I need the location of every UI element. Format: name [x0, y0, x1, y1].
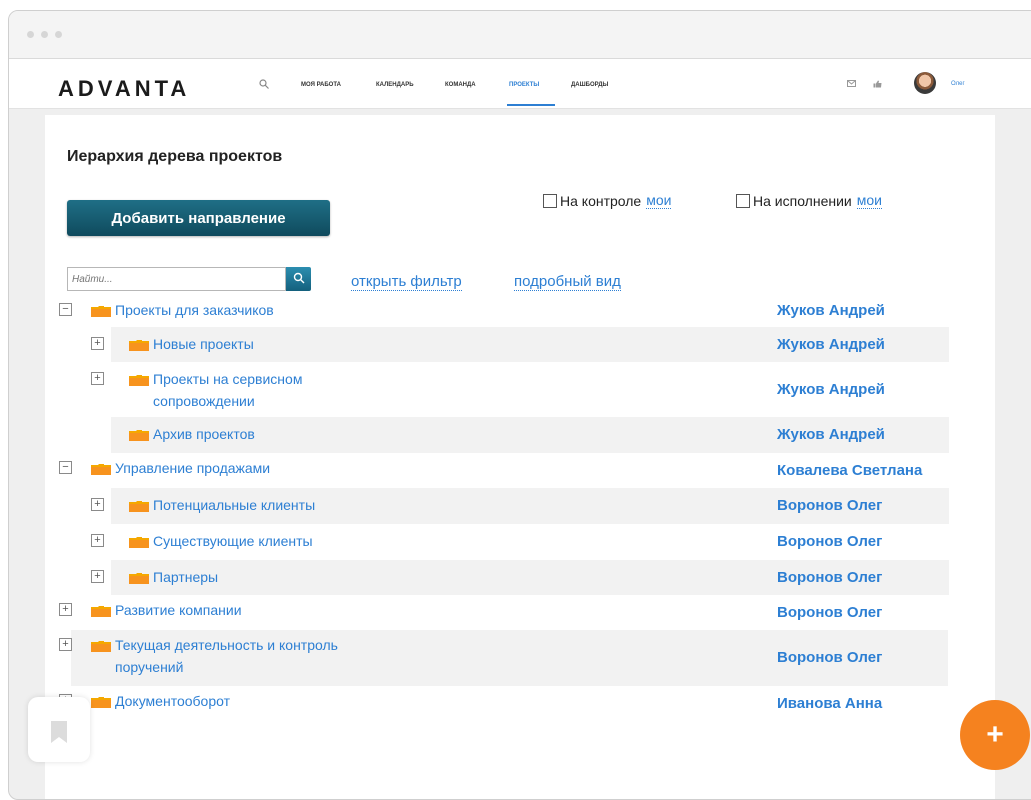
user-name[interactable]: Олег	[951, 81, 965, 87]
execution-checkbox[interactable]	[736, 193, 750, 208]
expand-icon[interactable]: +	[91, 337, 104, 350]
tree-node-label[interactable]: Новые проекты	[153, 333, 254, 355]
window-titlebar	[9, 11, 1031, 59]
folder-icon	[129, 340, 149, 351]
tree-row[interactable]: + Потенциальные клиенты Воронов Олег	[91, 488, 949, 524]
expand-icon[interactable]: +	[59, 638, 72, 651]
folder-icon	[129, 537, 149, 548]
tree-node-label[interactable]: Партнеры	[153, 566, 218, 588]
folder-icon	[91, 606, 111, 617]
expand-icon[interactable]: +	[91, 372, 104, 385]
tree-node-owner[interactable]: Жуков Андрей	[777, 381, 885, 398]
expand-icon[interactable]: +	[91, 570, 104, 583]
folder-icon	[91, 306, 111, 317]
bookmark-icon	[51, 721, 67, 743]
folder-icon	[91, 697, 111, 708]
tree-node-owner[interactable]: Иванова Анна	[777, 695, 882, 712]
bookmark-button[interactable]	[28, 697, 90, 762]
add-direction-button[interactable]: Добавить направление	[67, 200, 330, 236]
nav-my-work[interactable]: Моя работа	[301, 82, 341, 88]
tree-node-owner[interactable]: Воронов Олег	[777, 604, 882, 621]
nav-projects[interactable]: Проекты	[509, 82, 539, 88]
tree-node-owner[interactable]: Воронов Олег	[777, 569, 882, 586]
tree-row[interactable]: + Существующие клиенты Воронов Олег	[91, 524, 949, 560]
search-input[interactable]	[67, 267, 286, 291]
tree-row[interactable]: + Проекты на сервисном сопровождении Жуков…	[91, 362, 949, 417]
tree-node-label[interactable]: Проекты для заказчиков	[115, 299, 274, 321]
tree-row[interactable]: +ДокументооборотИванова Анна	[59, 686, 948, 722]
folder-icon	[129, 375, 149, 386]
expand-icon[interactable]: +	[91, 534, 104, 547]
window-dot-3[interactable]	[55, 31, 62, 38]
detailed-view-link[interactable]: подробный вид	[514, 273, 621, 291]
tree-row[interactable]: + Текущая деятельность и контроль поручен…	[59, 630, 948, 686]
tree-node-owner[interactable]: Ковалева Светлана	[777, 462, 922, 479]
tree-row[interactable]: − Управление продажами Ковалева Светлана	[59, 453, 948, 488]
app-header: ADVANTA Моя работа Календарь Команда Про…	[9, 59, 1031, 109]
advanta-logo[interactable]: ADVANTA	[58, 76, 190, 102]
nav-calendar[interactable]: Календарь	[376, 82, 414, 88]
tree-row[interactable]: Архив проектов Жуков Андрей	[111, 417, 949, 453]
tree-node-label[interactable]: Архив проектов	[153, 423, 255, 445]
tree-row[interactable]: + Партнеры Воронов Олег	[91, 560, 949, 595]
search-icon	[293, 272, 304, 283]
tree-node-owner[interactable]: Жуков Андрей	[777, 336, 885, 353]
nav-dashboards[interactable]: Дашборды	[571, 82, 608, 88]
tree-node-label[interactable]: Документооборот	[115, 690, 230, 712]
tree-node-owner[interactable]: Жуков Андрей	[777, 426, 885, 443]
execution-label: На исполнении	[753, 192, 852, 209]
add-fab-button[interactable]: +	[960, 700, 1030, 770]
execution-mine-link[interactable]: мои	[856, 192, 882, 209]
search-button[interactable]	[286, 267, 311, 291]
tree-node-label[interactable]: Текущая деятельность и контроль поручени…	[115, 634, 405, 678]
folder-icon	[129, 573, 149, 584]
collapse-icon[interactable]: −	[59, 303, 72, 316]
window-dot-1[interactable]	[27, 31, 34, 38]
control-mine-link[interactable]: мои	[646, 192, 672, 209]
control-label: На контроле	[560, 192, 642, 209]
tree-row[interactable]: − Проекты для заказчиков Жуков Андрей	[59, 295, 948, 327]
expand-icon[interactable]: +	[59, 603, 72, 616]
folder-icon	[91, 641, 111, 652]
expand-icon[interactable]: +	[91, 498, 104, 511]
folder-icon	[129, 430, 149, 441]
mail-icon[interactable]	[847, 80, 856, 87]
tree-node-label[interactable]: Развитие компании	[115, 599, 242, 621]
window-dot-2[interactable]	[41, 31, 48, 38]
nav-active-underline	[507, 104, 555, 106]
folder-icon	[91, 464, 111, 475]
search-icon[interactable]	[259, 79, 269, 89]
tree-node-owner[interactable]: Воронов Олег	[777, 649, 882, 666]
browser-window: ADVANTA Моя работа Календарь Команда Про…	[8, 10, 1031, 800]
project-tree-panel: Иерархия дерева проектов Добавить направ…	[45, 115, 995, 799]
thumbs-up-icon[interactable]	[873, 80, 882, 88]
control-checkbox[interactable]	[543, 193, 557, 208]
tree-node-owner[interactable]: Воронов Олег	[777, 497, 882, 514]
tree-node-label[interactable]: Существующие клиенты	[153, 530, 313, 552]
tree-node-label[interactable]: Управление продажами	[115, 457, 270, 479]
execution-filter: На исполнении мои	[736, 192, 882, 209]
tree-node-owner[interactable]: Воронов Олег	[777, 533, 882, 550]
tree-node-label[interactable]: Проекты на сервисном сопровождении	[153, 368, 383, 412]
collapse-icon[interactable]: −	[59, 461, 72, 474]
tree-node-owner[interactable]: Жуков Андрей	[777, 302, 885, 319]
avatar[interactable]	[914, 72, 936, 94]
page-title: Иерархия дерева проектов	[67, 148, 283, 165]
nav-team[interactable]: Команда	[445, 82, 476, 88]
tree-node-label[interactable]: Потенциальные клиенты	[153, 494, 315, 516]
tree-row[interactable]: + Новые проекты Жуков Андрей	[91, 327, 949, 362]
tree-row[interactable]: + Развитие компании Воронов Олег	[59, 595, 948, 630]
logo-text: ADVANTA	[58, 76, 191, 101]
control-filter: На контроле мои	[543, 192, 672, 209]
open-filter-link[interactable]: открыть фильтр	[351, 273, 462, 291]
folder-icon	[129, 501, 149, 512]
